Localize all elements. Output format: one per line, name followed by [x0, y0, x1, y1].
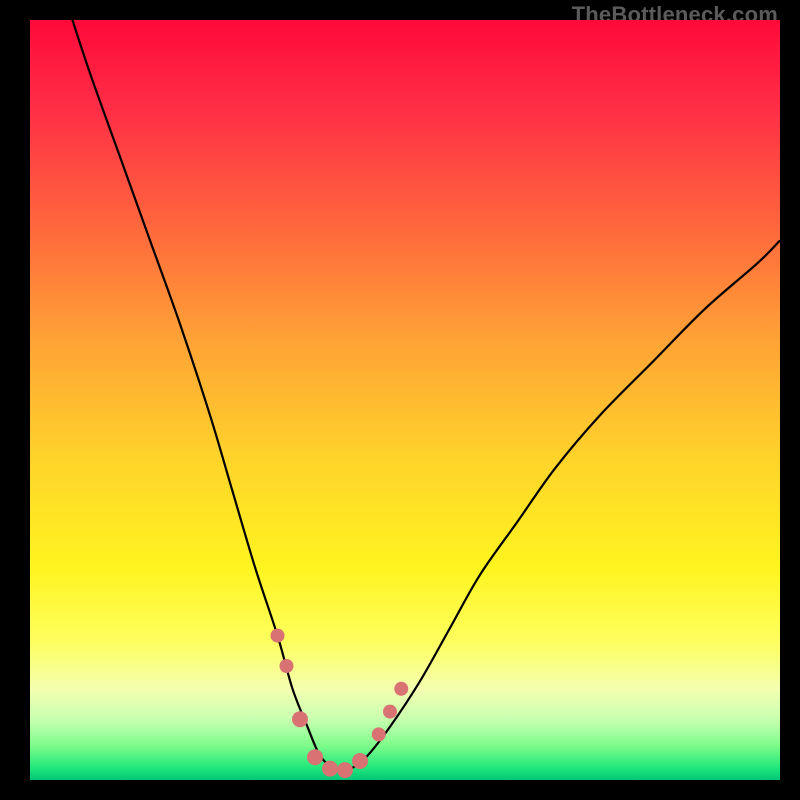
bottleneck-curve: [30, 20, 780, 780]
plot-area: [30, 20, 780, 780]
chart-frame: TheBottleneck.com: [0, 0, 800, 800]
